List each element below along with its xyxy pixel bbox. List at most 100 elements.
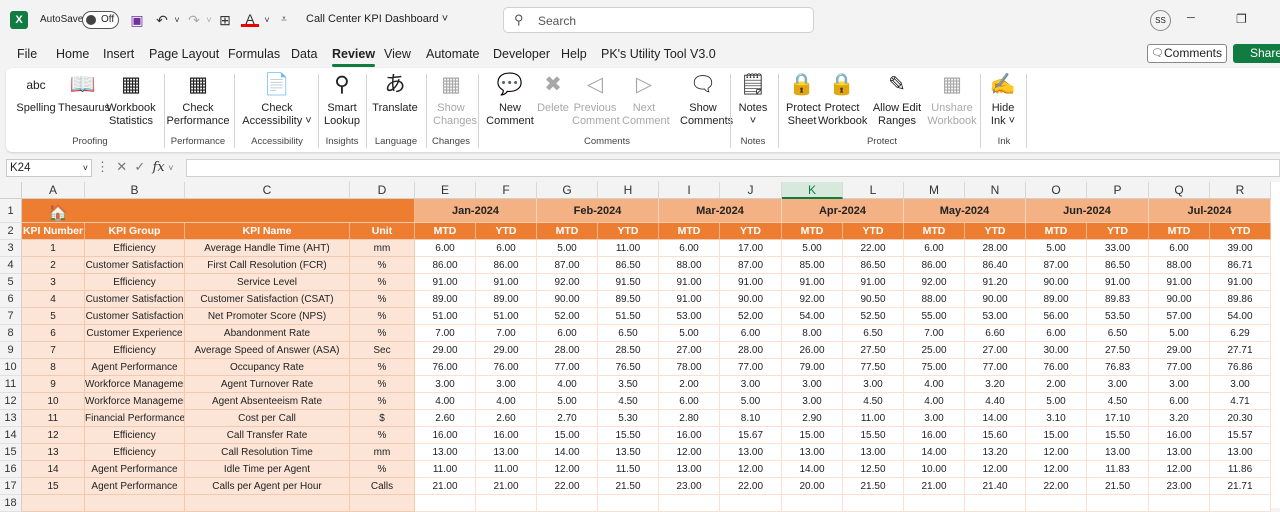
value-cell[interactable]: 51.00 — [415, 308, 476, 325]
value-cell[interactable]: 90.00 — [1026, 274, 1087, 291]
value-cell[interactable]: 12.00 — [537, 461, 598, 478]
value-cell[interactable]: 13.00 — [415, 444, 476, 461]
row-header-6[interactable]: 6 — [0, 291, 22, 308]
kpi-name-cell[interactable]: Agent Absenteeism Rate — [185, 393, 350, 410]
value-cell[interactable]: 13.00 — [1087, 444, 1149, 461]
value-cell[interactable]: 91.20 — [965, 274, 1026, 291]
kpi-name-cell[interactable]: Call Resolution Time — [185, 444, 350, 461]
kpi-group-cell[interactable]: Efficiency — [85, 342, 185, 359]
value-cell[interactable]: 52.00 — [537, 308, 598, 325]
kpi-group-cell[interactable]: Agent Performance — [85, 359, 185, 376]
kpi-name-cell[interactable]: Customer Satisfaction (CSAT) — [185, 291, 350, 308]
value-cell[interactable]: 91.00 — [1149, 274, 1210, 291]
row-header-7[interactable]: 7 — [0, 308, 22, 325]
value-cell[interactable]: 11.83 — [1087, 461, 1149, 478]
value-cell[interactable]: 89.50 — [598, 291, 659, 308]
value-cell[interactable]: 86.50 — [843, 257, 904, 274]
empty-cell[interactable] — [659, 495, 720, 512]
unit-cell[interactable]: % — [350, 376, 415, 393]
value-cell[interactable]: 5.00 — [537, 393, 598, 410]
value-cell[interactable]: 4.00 — [904, 376, 965, 393]
save-icon[interactable]: ▣ — [128, 11, 146, 29]
kpi-group-cell[interactable]: Customer Experience — [85, 325, 185, 342]
document-title[interactable]: Call Center KPI Dashboard ˅ — [306, 13, 448, 25]
value-cell[interactable]: 92.00 — [904, 274, 965, 291]
value-cell[interactable]: 11.00 — [598, 240, 659, 257]
kpi-name-cell[interactable]: Service Level — [185, 274, 350, 291]
value-cell[interactable]: 15.50 — [1087, 427, 1149, 444]
value-cell[interactable]: 16.00 — [415, 427, 476, 444]
value-cell[interactable]: 52.00 — [720, 308, 782, 325]
value-cell[interactable]: 13.00 — [720, 444, 782, 461]
value-cell[interactable]: 76.00 — [415, 359, 476, 376]
value-cell[interactable]: 12.00 — [1149, 461, 1210, 478]
empty-cell[interactable] — [965, 495, 1026, 512]
value-cell[interactable]: 13.20 — [965, 444, 1026, 461]
value-cell[interactable]: 89.00 — [476, 291, 537, 308]
value-cell[interactable]: 2.70 — [537, 410, 598, 427]
column-header-B[interactable]: B — [85, 182, 185, 199]
select-all-corner[interactable] — [0, 182, 22, 199]
kpi-name-cell[interactable]: Average Handle Time (AHT) — [185, 240, 350, 257]
empty-cell[interactable] — [1026, 495, 1087, 512]
tab-pk-s-utility-tool-v3-0[interactable]: PK's Utility Tool V3.0 — [601, 47, 716, 61]
restore-icon[interactable]: ❐ — [1236, 12, 1247, 26]
kpi-name-cell[interactable]: Occupancy Rate — [185, 359, 350, 376]
tab-review[interactable]: Review — [332, 47, 376, 67]
column-header-F[interactable]: F — [476, 182, 537, 199]
value-cell[interactable]: 21.50 — [1087, 478, 1149, 495]
value-cell[interactable]: 28.00 — [965, 240, 1026, 257]
value-cell[interactable]: 57.00 — [1149, 308, 1210, 325]
value-cell[interactable]: 4.00 — [415, 393, 476, 410]
empty-cell[interactable] — [22, 495, 85, 512]
column-header-P[interactable]: P — [1087, 182, 1149, 199]
protect-workbook-button[interactable]: 🔒 Protect Workbook — [818, 72, 867, 128]
value-cell[interactable]: 2.00 — [659, 376, 720, 393]
value-cell[interactable]: 54.00 — [782, 308, 843, 325]
column-header-I[interactable]: I — [659, 182, 720, 199]
value-cell[interactable]: 29.00 — [476, 342, 537, 359]
row-header-17[interactable]: 17 — [0, 478, 22, 495]
value-cell[interactable]: 16.00 — [904, 427, 965, 444]
column-header-K[interactable]: K — [782, 182, 843, 199]
value-cell[interactable]: 15.67 — [720, 427, 782, 444]
unit-cell[interactable]: % — [350, 325, 415, 342]
tab-developer[interactable]: Developer — [493, 47, 550, 61]
kpi-number-cell[interactable]: 5 — [22, 308, 85, 325]
value-cell[interactable]: 11.00 — [476, 461, 537, 478]
notes-button[interactable]: 🗒 Notes ˅ — [734, 72, 772, 128]
protect-sheet-button[interactable]: 🔒 Protect Sheet — [786, 72, 821, 128]
tab-help[interactable]: Help — [561, 47, 587, 61]
previous-comment-button[interactable]: ◁ Previous Comment — [572, 72, 620, 128]
column-header-N[interactable]: N — [965, 182, 1026, 199]
value-cell[interactable]: 21.40 — [965, 478, 1026, 495]
unit-cell[interactable]: % — [350, 274, 415, 291]
value-cell[interactable]: 22.00 — [537, 478, 598, 495]
kpi-name-cell[interactable]: Call Transfer Rate — [185, 427, 350, 444]
kpi-name-cell[interactable]: First Call Resolution (FCR) — [185, 257, 350, 274]
value-cell[interactable]: 88.00 — [904, 291, 965, 308]
value-cell[interactable]: 53.00 — [965, 308, 1026, 325]
row-header-18[interactable]: 18 — [0, 495, 22, 512]
home-icon[interactable]: 🏠 — [48, 202, 68, 222]
value-cell[interactable]: 91.00 — [659, 274, 720, 291]
empty-cell[interactable] — [1210, 495, 1271, 512]
smart-lookup-button[interactable]: ⚲ Smart Lookup — [322, 72, 362, 128]
column-header-L[interactable]: L — [843, 182, 904, 199]
font-color-icon[interactable]: A — [241, 11, 259, 27]
value-cell[interactable]: 16.00 — [659, 427, 720, 444]
value-cell[interactable]: 3.50 — [598, 376, 659, 393]
unit-cell[interactable]: % — [350, 308, 415, 325]
row-header-2[interactable]: 2 — [0, 223, 22, 240]
value-cell[interactable]: 55.00 — [904, 308, 965, 325]
kpi-number-cell[interactable]: 15 — [22, 478, 85, 495]
value-cell[interactable]: 21.50 — [843, 478, 904, 495]
value-cell[interactable]: 27.00 — [659, 342, 720, 359]
value-cell[interactable]: 4.40 — [965, 393, 1026, 410]
hide-ink-button[interactable]: ✍ Hide Ink ˅ — [986, 72, 1020, 128]
value-cell[interactable]: 27.50 — [843, 342, 904, 359]
value-cell[interactable]: 4.50 — [598, 393, 659, 410]
value-cell[interactable]: 3.00 — [1210, 376, 1271, 393]
value-cell[interactable]: 6.00 — [476, 240, 537, 257]
value-cell[interactable]: 15.50 — [843, 427, 904, 444]
